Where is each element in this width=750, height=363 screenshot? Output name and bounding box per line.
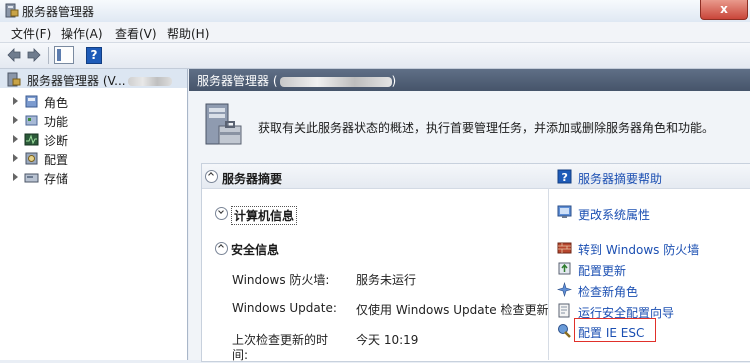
system-properties-icon <box>557 205 572 218</box>
check-new-roles-link[interactable]: 检查新角色 <box>578 283 638 300</box>
windows-update-icon <box>558 262 571 275</box>
title-bar <box>0 0 750 23</box>
tree-item-label: 角色 <box>44 96 69 110</box>
intro-text: 获取有关此服务器状态的概述，执行首要管理任务，并添加或删除服务器角色和功能。 <box>258 121 715 135</box>
content-header: 服务器管理器 () <box>189 69 750 91</box>
roles-icon <box>25 95 38 108</box>
last-check-value: 今天 10:19 <box>356 333 419 347</box>
tree-item-diagnostics[interactable]: 诊断 <box>0 130 187 149</box>
tree-item-features[interactable]: 功能 <box>0 111 187 130</box>
security-wizard-icon <box>558 303 570 318</box>
firewall-value: 服务未运行 <box>356 273 417 287</box>
close-icon: x <box>720 2 728 16</box>
window-title: 服务器管理器 <box>22 5 95 19</box>
expand-icon[interactable] <box>13 116 18 124</box>
help-icon[interactable]: ? <box>86 47 102 64</box>
svg-text:?: ? <box>562 171 568 184</box>
toolbar-separator <box>48 47 49 64</box>
tree-item-label: 配置 <box>44 153 69 167</box>
firewall-label: Windows 防火墙: <box>232 273 330 287</box>
summary-help-link[interactable]: 服务器摘要帮助 <box>578 170 662 187</box>
last-check-label-cont: 间: <box>232 348 249 362</box>
security-info-title: 安全信息 <box>231 243 280 257</box>
collapse-summary-button[interactable] <box>205 170 218 183</box>
computer-info-title[interactable]: 计算机信息 <box>231 206 298 225</box>
configure-updates-link[interactable]: 配置更新 <box>578 262 626 279</box>
tree-item-roles[interactable]: 角色 <box>0 92 187 111</box>
expand-icon[interactable] <box>13 97 18 105</box>
expand-icon[interactable] <box>13 135 18 143</box>
toolbar: ? <box>0 43 750 69</box>
menu-bar: 文件(F) 操作(A) 查看(V) 帮助(H) <box>0 22 750 43</box>
tree-item-server-manager[interactable]: 服务器管理器 (V... <box>0 71 187 90</box>
server-manager-icon <box>7 72 21 87</box>
expand-icon[interactable] <box>13 173 18 181</box>
menu-help[interactable]: 帮助(H) <box>167 25 209 42</box>
tree-item-configuration[interactable]: 配置 <box>0 149 187 168</box>
back-arrow-icon[interactable] <box>6 47 22 63</box>
features-icon <box>25 115 38 126</box>
redacted-name <box>127 77 172 86</box>
summary-header <box>202 164 750 189</box>
server-toolbox-icon <box>205 103 242 145</box>
goto-firewall-link[interactable]: 转到 Windows 防火墙 <box>578 241 699 258</box>
expand-computer-info-button[interactable] <box>215 207 228 220</box>
tree-root-label: 服务器管理器 (V... <box>27 72 172 89</box>
firewall-icon <box>557 242 572 254</box>
menu-view[interactable]: 查看(V) <box>115 25 157 42</box>
server-manager-icon <box>5 3 19 18</box>
menu-file[interactable]: 文件(F) <box>11 25 51 42</box>
forward-arrow-icon[interactable] <box>26 47 42 63</box>
console-tree-icon[interactable] <box>54 46 74 64</box>
change-system-properties-link[interactable]: 更改系统属性 <box>578 206 650 223</box>
diagnostics-icon <box>24 133 39 146</box>
tree-item-label: 功能 <box>44 115 69 129</box>
close-button[interactable]: x <box>700 0 748 20</box>
tree-item-label: 诊断 <box>44 134 69 148</box>
tree-item-storage[interactable]: 存储 <box>0 168 187 187</box>
summary-title: 服务器摘要 <box>222 172 283 186</box>
help-icon: ? <box>557 169 572 184</box>
redacted-server-name <box>279 76 392 87</box>
content-title: 服务器管理器 () <box>197 74 397 88</box>
menu-action[interactable]: 操作(A) <box>61 25 103 42</box>
windows-update-value: 仅使用 Windows Update 检查更新 <box>356 303 549 317</box>
navigation-tree: 服务器管理器 (V... 角色 功能 诊断 配置 存储 <box>0 69 188 360</box>
configuration-icon <box>25 152 38 165</box>
column-divider <box>548 188 549 360</box>
check-roles-icon <box>557 282 572 297</box>
highlight-box <box>574 318 656 342</box>
windows-update-label: Windows Update: <box>232 301 337 315</box>
expand-icon[interactable] <box>13 154 18 162</box>
storage-icon <box>24 173 39 183</box>
tree-item-label: 存储 <box>44 172 69 186</box>
collapse-security-button[interactable] <box>215 242 228 255</box>
ie-esc-icon <box>558 324 571 338</box>
